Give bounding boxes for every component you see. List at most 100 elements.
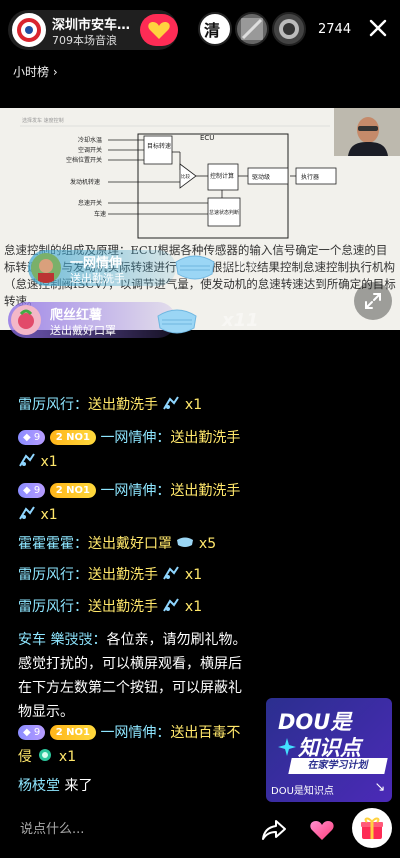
- input-coolant: 冷却水温: [78, 136, 102, 144]
- fan-club-badge: 2 NO1: [49, 725, 96, 740]
- chat-username[interactable]: 雷厉风行：: [18, 567, 88, 583]
- chat-username[interactable]: 霍霍霍霍：: [18, 536, 88, 552]
- close-icon: [369, 19, 387, 37]
- svg-text:清: 清: [204, 21, 220, 40]
- comment-input[interactable]: 说点什么...: [10, 812, 240, 848]
- chat-gift-text: 送出戴好口罩: [88, 536, 172, 552]
- box-target-speed: 目标转速: [147, 142, 171, 150]
- close-button[interactable]: [364, 14, 392, 42]
- input-rpm: 发动机转速: [70, 178, 100, 186]
- chat-gift-text: 送出勤洗手: [88, 599, 158, 615]
- ecu-label: ECU: [200, 134, 214, 142]
- chat-gift-count: x5: [198, 536, 217, 552]
- chat-username[interactable]: 一网情伸：: [100, 483, 170, 499]
- hourly-rank-label: 小时榜: [13, 65, 50, 79]
- chat-gift-count: x1: [184, 567, 203, 583]
- viewer-avatar-2[interactable]: [235, 12, 269, 46]
- gift-description: 送出戴好口罩: [50, 324, 116, 337]
- streamer-avatar[interactable]: [12, 13, 46, 47]
- follow-button[interactable]: [140, 14, 178, 46]
- hand-wash-gift-icon: [163, 566, 180, 580]
- gift-banner-1: 一网情伸 送出勤洗手: [28, 250, 176, 286]
- like-button[interactable]: [302, 812, 342, 848]
- hand-wash-gift-icon: [19, 453, 35, 467]
- box-actuator: 执行器: [301, 173, 319, 181]
- expand-icon: [365, 293, 381, 309]
- chat-gift-text: 送出勤洗手: [88, 567, 158, 583]
- chat-gift-count: x1: [184, 397, 203, 413]
- hand-wash-gift-icon: [163, 396, 180, 410]
- virus-shield-gift-icon: [39, 749, 52, 761]
- level-number: 9: [33, 485, 41, 496]
- chat-gift-count: x1: [40, 454, 58, 470]
- input-neutral: 空档位置开关: [66, 156, 102, 164]
- gift-sender-name: 爬丝红薯: [50, 308, 103, 323]
- gift-count: x11: [222, 254, 259, 275]
- heart-icon: [310, 821, 334, 840]
- viewer-avatar-1[interactable]: 清: [198, 12, 232, 46]
- slide-breadcrumb: 选择发车 速度控制: [22, 117, 64, 124]
- gift-box-icon: [361, 817, 383, 839]
- fan-club-label: NO1: [66, 485, 90, 496]
- hourly-rank-link[interactable]: 小时榜 ›: [13, 63, 58, 80]
- chat-message[interactable]: 安车 樂弢弢：各位亲，请勿刷礼物。感觉打扰的，可以横屏观看，横屏后在下方左数第二…: [18, 628, 248, 724]
- chat-text: 来了: [64, 778, 93, 794]
- gift-count: x11: [222, 310, 259, 331]
- chat-gift-count: x1: [58, 749, 77, 765]
- knowledge-promo-card[interactable]: DOU是 知识点 在家学习计划 DOU是知识点 ↘: [266, 698, 392, 802]
- chat-username[interactable]: 雷厉风行：: [18, 397, 88, 413]
- box-drive-stage: 驱动级: [252, 173, 270, 181]
- gift-sender-avatar: [31, 253, 61, 283]
- share-button[interactable]: [254, 812, 294, 848]
- chat-username[interactable]: 一网情伸：: [100, 725, 170, 741]
- hand-wash-gift-icon: [163, 598, 180, 612]
- share-icon: [262, 820, 286, 840]
- chat-message[interactable]: ◆ 9 2 NO1 一网情伸：送出勤洗手 x1: [18, 426, 248, 474]
- viewer-avatar-3[interactable]: [272, 12, 306, 46]
- chat-gift-count: x1: [40, 507, 58, 523]
- sparkle-icon: [278, 738, 296, 756]
- chat-gift-text: 送出勤洗手: [88, 397, 158, 413]
- promo-band: 在家学习计划: [288, 758, 388, 774]
- chat-message[interactable]: 雷厉风行：送出勤洗手 x1: [18, 563, 248, 587]
- level-number: 9: [33, 432, 41, 443]
- level-badge: ◆ 9: [18, 430, 46, 445]
- collapse-icon[interactable]: ↘: [372, 780, 388, 796]
- fan-club-badge: 2 NO1: [49, 430, 96, 445]
- heart-icon: [148, 22, 170, 39]
- audio-wave-count: 709本场音浪: [52, 34, 117, 47]
- fan-club-badge: 2 NO1: [49, 483, 96, 498]
- face-mask-gift-icon: [177, 537, 194, 547]
- chat-username[interactable]: 雷厉风行：: [18, 599, 88, 615]
- face-mask-gift-icon: [154, 302, 200, 338]
- chat-gift-count: x1: [184, 599, 203, 615]
- level-badge: ◆ 9: [18, 483, 46, 498]
- chat-message[interactable]: 雷厉风行：送出勤洗手 x1: [18, 595, 248, 619]
- chat-message[interactable]: 霍霍霍霍：送出戴好口罩 x5: [18, 532, 248, 556]
- gift-banner-2: 爬丝红薯 送出戴好口罩: [8, 302, 176, 338]
- chat-message[interactable]: 杨枝堂 来了: [18, 774, 248, 798]
- box-control-calc: 控制计算: [210, 172, 234, 180]
- level-number: 9: [33, 727, 41, 738]
- gift-sender-avatar: [11, 305, 41, 335]
- streamer-name: 深圳市安车…: [52, 18, 131, 33]
- hand-wash-gift-icon: [172, 248, 218, 284]
- fullscreen-button[interactable]: [354, 282, 392, 320]
- chat-gift-text: 送出勤洗手: [170, 430, 241, 446]
- input-speed: 车速: [94, 210, 106, 218]
- viewer-count[interactable]: 2744: [318, 22, 351, 37]
- chat-message[interactable]: ◆ 9 2 NO1 一网情伸：送出百毒不侵 x1: [18, 721, 248, 769]
- chat-username[interactable]: 杨枝堂: [18, 778, 60, 794]
- chat-username[interactable]: 安车 樂弢弢：: [18, 632, 106, 648]
- promo-footer: DOU是知识点: [271, 786, 334, 797]
- gift-button[interactable]: [352, 808, 392, 848]
- hand-wash-gift-icon: [19, 506, 35, 520]
- box-compare: 比较: [181, 173, 190, 180]
- chat-username[interactable]: 一网情伸：: [100, 430, 170, 446]
- input-ac: 空调开关: [78, 146, 102, 154]
- chat-message[interactable]: 雷厉风行：送出勤洗手 x1: [18, 393, 248, 417]
- level-badge: ◆ 9: [18, 725, 46, 740]
- chat-message[interactable]: ◆ 9 2 NO1 一网情伸：送出勤洗手 x1: [18, 479, 248, 527]
- gift-description: 送出勤洗手: [70, 272, 125, 285]
- input-idle-switch: 怠速开关: [78, 199, 102, 207]
